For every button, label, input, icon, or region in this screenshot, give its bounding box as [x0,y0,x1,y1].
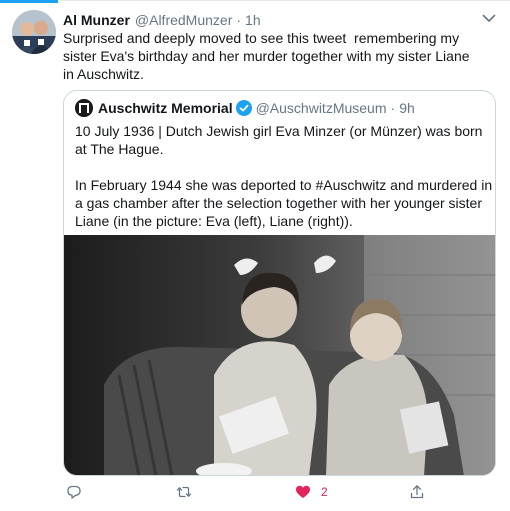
share-icon [410,485,424,499]
author-handle[interactable]: @AlfredMunzer [135,11,232,29]
retweet-button[interactable] [176,484,192,500]
reply-icon [67,485,81,499]
quoted-photo[interactable] [64,235,495,475]
tweet-actions: 2 [63,484,483,504]
quoted-separator-dot: · [390,100,396,116]
quoted-avatar [75,99,93,117]
tweet[interactable]: Al Munzer @AlfredMunzer · 1h Surprised a… [0,0,510,511]
verified-badge-icon [235,100,252,116]
tweet-header: Al Munzer @AlfredMunzer · 1h [63,11,480,29]
photo-two-girls-image [64,235,495,475]
avatar-photo [12,10,56,54]
quoted-tweet-text: 10 July 1936 | Dutch Jewish girl Eva Min… [75,123,493,229]
separator-dot: · [236,12,242,28]
quoted-tweet[interactable]: Auschwitz Memorial @AuschwitzMuseum · 9h… [63,90,496,476]
quoted-author-name[interactable]: Auschwitz Memorial [98,99,233,117]
heart-filled-icon [296,485,310,498]
avatar[interactable] [12,10,56,54]
like-count: 2 [321,485,328,499]
retweet-icon [176,486,192,498]
tweet-time[interactable]: 1h [245,11,261,29]
auschwitz-memorial-logo-icon [75,99,93,117]
author-name[interactable]: Al Munzer [63,11,130,29]
quoted-author-handle[interactable]: @AuschwitzMuseum [256,99,387,117]
tweet-text: Surprised and deeply moved to see this t… [63,30,474,82]
quoted-time[interactable]: 9h [399,99,415,117]
quoted-tweet-header: Auschwitz Memorial @AuschwitzMuseum · 9h [75,99,415,117]
chevron-down-icon[interactable] [480,9,498,27]
reply-button[interactable] [66,484,82,500]
like-button[interactable]: 2 [295,484,328,500]
share-button[interactable] [409,484,425,500]
